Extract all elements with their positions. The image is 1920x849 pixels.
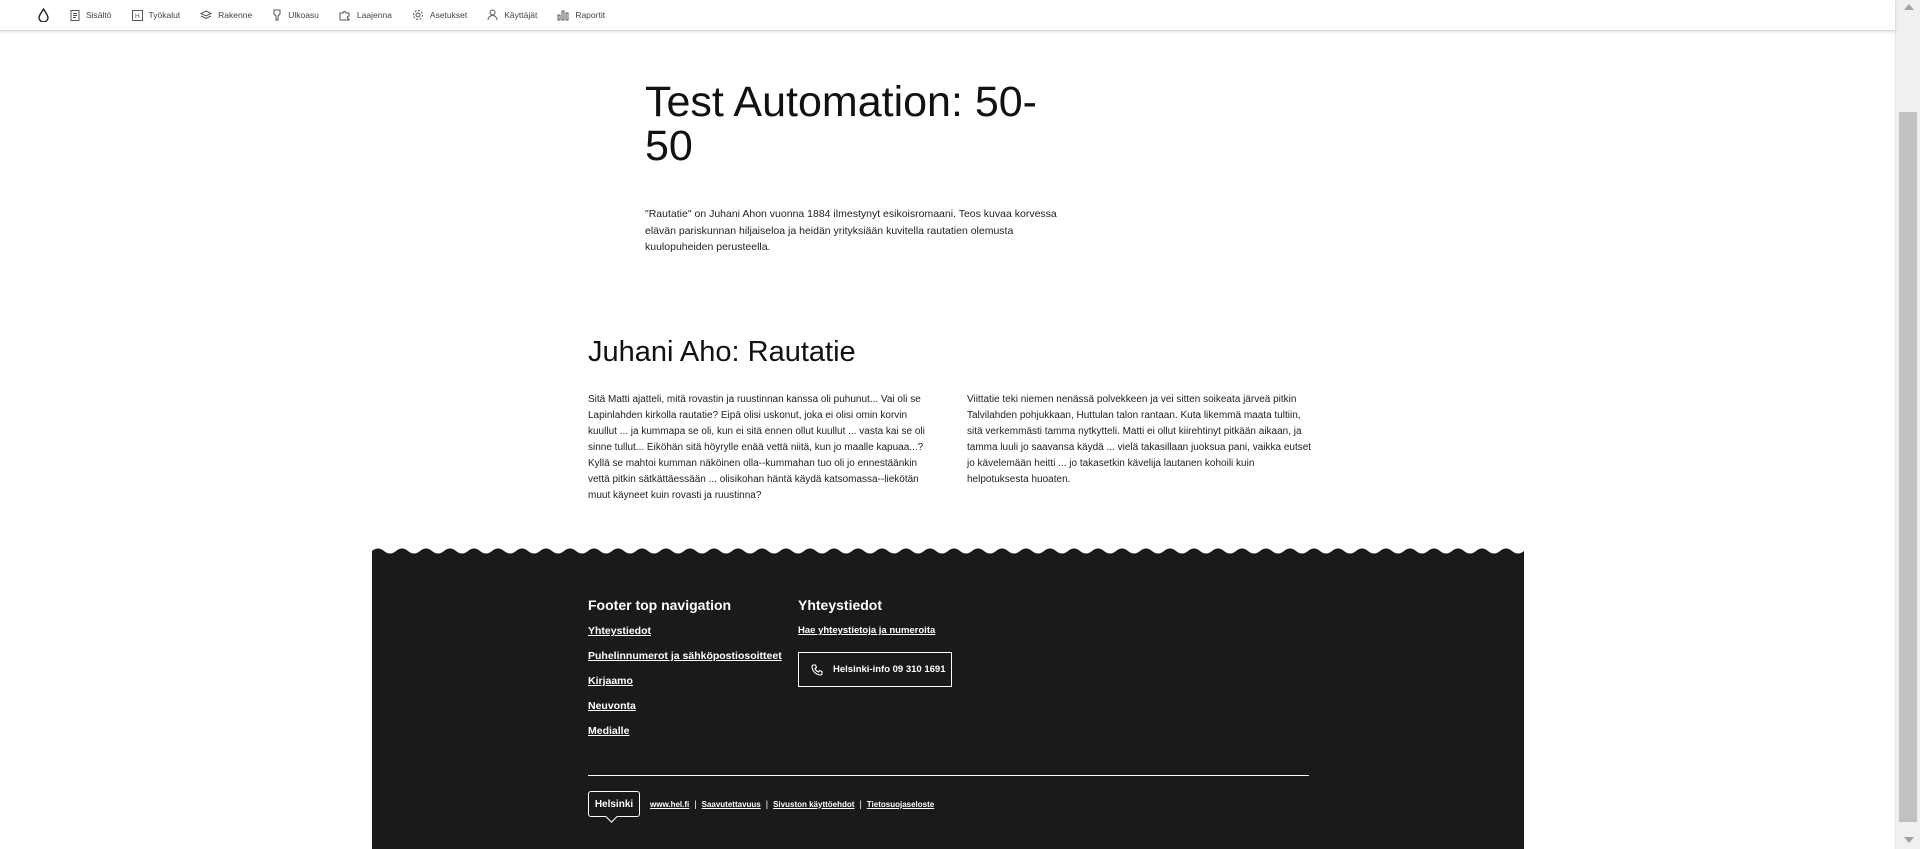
document-icon <box>70 9 80 21</box>
text-column-left: Sitä Matti ajatteli, mitä rovastin ja ru… <box>588 394 925 501</box>
layers-icon <box>200 9 213 19</box>
toolbar-label: Raportit <box>575 10 606 20</box>
phone-button-label: Helsinki-info 09 310 1691 <box>833 664 946 675</box>
footer-link-registry[interactable]: Kirjaamo <box>588 675 782 688</box>
footer-link-phones-emails[interactable]: Puhelinnumerot ja sähköpostiosoitteet <box>588 650 782 663</box>
footer-bottom-link-accessibility[interactable]: Saavutettavuus <box>702 800 761 809</box>
toolbar-label: Asetukset <box>429 10 468 20</box>
admin-toolbar: Sisältö H Työkalut Rakenne Ulkoasu Laaje… <box>0 0 1895 31</box>
gear-icon <box>412 10 423 20</box>
toolbar-item-settings[interactable]: Asetukset <box>412 9 467 21</box>
toolbar-label: Sisältö <box>86 10 112 20</box>
site-footer: Footer top navigation Yhteystiedot Puhel… <box>372 537 1524 849</box>
toolbar-label: Käyttäjät <box>504 10 538 20</box>
separator: | <box>765 799 769 809</box>
footer-bottom-link-privacy[interactable]: Tietosuojaseloste <box>867 800 934 809</box>
footer-divider <box>588 775 1309 776</box>
footer-nav-heading: Footer top navigation <box>588 597 732 613</box>
phone-icon <box>811 663 823 676</box>
toolbar-label: Laajenna <box>356 10 392 20</box>
footer-link-contact[interactable]: Yhteystiedot <box>588 625 782 638</box>
separator: | <box>859 799 862 809</box>
toolbar-item-tools[interactable]: H Työkalut <box>131 9 181 21</box>
lead-paragraph: "Rautatie" on Juhani Ahon vuonna 1884 il… <box>645 208 1057 253</box>
toolbar-item-reports[interactable]: Raportit <box>557 10 605 21</box>
puzzle-icon <box>339 11 350 21</box>
footer-contact-search-link[interactable]: Hae yhteystietoja ja numeroita <box>798 625 935 636</box>
toolbar-item-extend[interactable]: Laajenna <box>339 9 392 21</box>
toolbar-label: Työkalut <box>148 10 181 20</box>
scroll-thumb[interactable] <box>1899 112 1917 822</box>
footer-bottom-link-helfi[interactable]: www.hel.fi <box>650 800 689 809</box>
separator: | <box>694 799 697 809</box>
svg-text:H: H <box>135 13 140 20</box>
footer-wave-decoration <box>372 537 1524 565</box>
scroll-down-arrow-icon[interactable] <box>1904 837 1914 843</box>
page-title: Test Automation: 50-50 <box>645 78 1037 170</box>
footer-nav: Yhteystiedot Puhelinnumerot ja sähköpost… <box>588 625 782 750</box>
section-title: Juhani Aho: Rautatie <box>588 336 856 368</box>
scroll-up-arrow-icon[interactable] <box>1904 4 1914 10</box>
page-scrollbar[interactable] <box>1895 0 1920 849</box>
logo-text: Helsinki <box>594 798 634 810</box>
footer-bottom-bar: Helsinki www.hel.fi | Saavutettavuus | S… <box>588 791 934 817</box>
footer-link-media[interactable]: Medialle <box>588 725 782 738</box>
bar-chart-icon <box>557 10 569 20</box>
tools-icon: H <box>131 9 143 21</box>
text-column-right: Viittatie teki niemen nenässä polvekkeen… <box>967 394 1312 485</box>
brush-icon <box>273 9 281 21</box>
footer-bottom-link-terms[interactable]: Sivuston käyttöehdot <box>773 800 854 809</box>
footer-contact-heading: Yhteystiedot <box>798 597 883 613</box>
drop-icon[interactable] <box>36 7 50 23</box>
helsinki-logo[interactable]: Helsinki <box>588 791 640 817</box>
phone-button[interactable]: Helsinki-info 09 310 1691 <box>798 652 952 687</box>
footer-link-advice[interactable]: Neuvonta <box>588 700 782 713</box>
toolbar-item-content[interactable]: Sisältö <box>70 9 112 21</box>
toolbar-item-appearance[interactable]: Ulkoasu <box>272 9 319 21</box>
toolbar-item-structure[interactable]: Rakenne <box>200 9 253 21</box>
toolbar-label: Ulkoasu <box>288 10 319 20</box>
toolbar-label: Rakenne <box>218 10 253 20</box>
user-icon <box>487 9 498 21</box>
toolbar-item-users[interactable]: Käyttäjät <box>487 9 537 21</box>
